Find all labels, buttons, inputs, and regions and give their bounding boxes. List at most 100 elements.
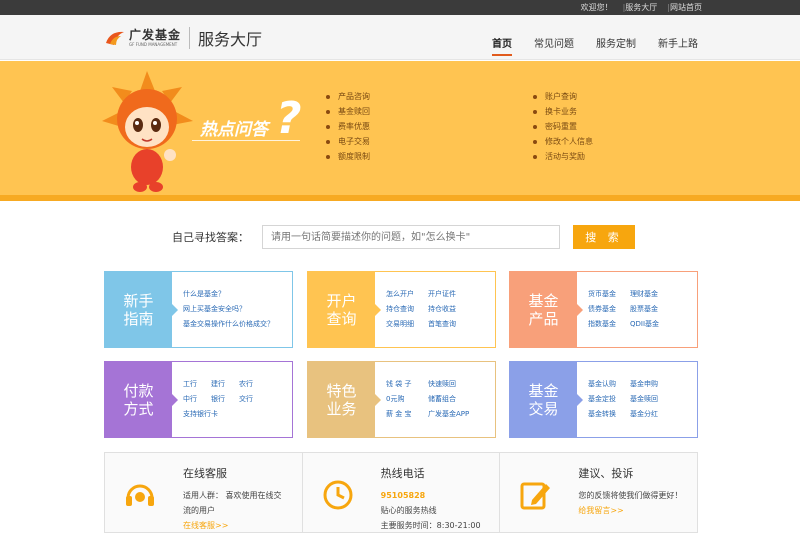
- card-link[interactable]: 快速赎回: [428, 377, 462, 392]
- header: 广发基金 GF FUND MANAGEMENT 服务大厅 首页 常见问题 服务定…: [0, 15, 800, 60]
- card-link[interactable]: 什么是基金？: [183, 287, 225, 302]
- card-link[interactable]: 基金赎回: [630, 392, 664, 407]
- card-title-line: 方式: [123, 399, 154, 418]
- service-desc: 您的反馈将使我们做得更好！ 给我留言>>: [578, 488, 682, 518]
- hotline-service: 热线电话 95105828 贴心的服务热线 主要服务时间：8:30-21:00: [303, 453, 501, 532]
- card-title-line: 付款: [123, 381, 154, 400]
- service-panel: 在线客服 适用人群： 喜欢使用在线交 流的用户 在线客服>> 热线电话 9510…: [104, 452, 698, 533]
- search-bar: 自己寻找答案： 搜 索: [172, 225, 635, 249]
- card-link[interactable]: 首笔查询: [428, 317, 462, 332]
- card-link[interactable]: 中行: [183, 392, 203, 407]
- faq-item[interactable]: 电子交易: [326, 134, 370, 149]
- service-line: 流的用户: [183, 506, 215, 515]
- card-link[interactable]: 薪 金 宝: [386, 407, 420, 422]
- faq-item[interactable]: 修改个人信息: [533, 134, 593, 149]
- title-underline: [192, 140, 300, 141]
- card-tile[interactable]: 付款 方式: [105, 362, 178, 437]
- card-tile[interactable]: 开户 查询: [308, 272, 381, 347]
- card-link[interactable]: 开户证件: [428, 287, 462, 302]
- online-service-link[interactable]: 在线客服>>: [183, 518, 282, 533]
- card-tile[interactable]: 新手 指南: [105, 272, 178, 347]
- card-links: 工行 建行 农行 中行 银行 交行 支持银行卡: [183, 362, 267, 437]
- faq-item[interactable]: 额度限制: [326, 149, 370, 164]
- card-link[interactable]: 银行: [211, 392, 231, 407]
- service-title: 热线电话: [380, 467, 425, 480]
- service-line: 适用人群： 喜欢使用在线交: [183, 491, 282, 500]
- phone-clock-icon: [323, 480, 353, 510]
- site-home-link[interactable]: 网站首页: [670, 2, 702, 13]
- service-line: 主要服务时间：8:30-21:00: [380, 521, 481, 530]
- card-link[interactable]: 基金认购: [588, 377, 622, 392]
- card-payment-methods: 付款 方式 工行 建行 农行 中行 银行 交行 支持银行卡: [104, 361, 293, 438]
- welcome-text: 欢迎您！: [580, 3, 613, 12]
- card-link[interactable]: 建行: [211, 377, 231, 392]
- faq-list-right: 账户查询 换卡业务 密码重置 修改个人信息 活动与奖励: [533, 89, 593, 164]
- card-account-query: 开户 查询 怎么开户 开户证件 持仓查询 持仓收益 交易明细 首笔查询: [307, 271, 496, 348]
- leave-message-link[interactable]: 给我留言>>: [578, 503, 682, 518]
- card-tile[interactable]: 基金 交易: [510, 362, 583, 437]
- faq-item[interactable]: 产品咨询: [326, 89, 370, 104]
- search-button[interactable]: 搜 索: [573, 225, 635, 249]
- search-input[interactable]: [262, 225, 560, 249]
- card-link[interactable]: 持仓查询: [386, 302, 420, 317]
- card-title-line: 查询: [326, 309, 357, 328]
- card-links: 货币基金 理财基金 债券基金 股票基金 指数基金 QDII基金: [588, 272, 672, 347]
- card-link[interactable]: 广发基金APP: [428, 407, 469, 422]
- card-link[interactable]: 交行: [239, 392, 259, 407]
- hotline-number[interactable]: 95105828: [381, 488, 481, 503]
- card-link[interactable]: 持仓收益: [428, 302, 462, 317]
- card-link[interactable]: 基金交易操作什么价格成交？: [183, 317, 274, 332]
- faq-item[interactable]: 基金赎回: [326, 104, 370, 119]
- faq-item[interactable]: 账户查询: [533, 89, 593, 104]
- card-title-line: 指南: [123, 309, 154, 328]
- nav-home[interactable]: 首页: [492, 35, 512, 56]
- card-link[interactable]: 基金分红: [630, 407, 664, 422]
- nav-beginner[interactable]: 新手上路: [658, 35, 698, 56]
- card-link[interactable]: 基金定投: [588, 392, 622, 407]
- card-title-line: 交易: [528, 399, 559, 418]
- edit-note-icon: [520, 482, 551, 510]
- card-links: 基金认购 基金申购 基金定投 基金赎回 基金转换 基金分红: [588, 362, 672, 437]
- card-link[interactable]: 货币基金: [588, 287, 622, 302]
- service-title: 在线客服: [183, 467, 227, 480]
- hot-faq-banner: ? 热点问答 产品咨询 基金赎回 费率优惠 电子交易 额度限制 账户查询 换卡业…: [0, 61, 800, 201]
- card-link[interactable]: 交易明细: [386, 317, 420, 332]
- logo-name: 广发基金: [129, 27, 182, 42]
- card-special-business: 特色 业务 钱 袋 子快速赎回 0元购 储蓄组合 薪 金 宝广发基金APP: [307, 361, 496, 438]
- service-desc: 适用人群： 喜欢使用在线交 流的用户 在线客服>>: [183, 488, 282, 533]
- nav-faq[interactable]: 常见问题: [534, 35, 574, 56]
- nav-service-custom[interactable]: 服务定制: [596, 35, 636, 56]
- card-link[interactable]: 工行: [183, 377, 203, 392]
- card-tile[interactable]: 基金 产品: [510, 272, 583, 347]
- faq-item[interactable]: 活动与奖励: [533, 149, 593, 164]
- card-link[interactable]: 基金申购: [630, 377, 664, 392]
- faq-item[interactable]: 换卡业务: [533, 104, 593, 119]
- card-link[interactable]: 指数基金: [588, 317, 622, 332]
- top-bar: 欢迎您！ | 服务大厅 | 网站首页: [0, 0, 800, 15]
- faq-item[interactable]: 费率优惠: [326, 119, 370, 134]
- card-link[interactable]: 债券基金: [588, 302, 622, 317]
- card-link[interactable]: 基金转换: [588, 407, 622, 422]
- card-link[interactable]: 理财基金: [630, 287, 664, 302]
- card-title-line: 基金: [528, 291, 559, 310]
- faq-item[interactable]: 密码重置: [533, 119, 593, 134]
- card-link[interactable]: 农行: [239, 377, 259, 392]
- logo[interactable]: 广发基金 GF FUND MANAGEMENT 服务大厅: [104, 26, 262, 50]
- service-hall-link[interactable]: 服务大厅: [625, 2, 657, 13]
- card-title-line: 特色: [326, 381, 357, 400]
- card-link[interactable]: 网上买基金安全吗？: [183, 302, 246, 317]
- card-link[interactable]: 储蓄组合: [428, 392, 462, 407]
- service-title: 建议、投诉: [578, 467, 634, 480]
- card-link[interactable]: 钱 袋 子: [386, 377, 420, 392]
- card-tile[interactable]: 特色 业务: [308, 362, 381, 437]
- search-label: 自己寻找答案：: [172, 231, 249, 244]
- card-links: 怎么开户 开户证件 持仓查询 持仓收益 交易明细 首笔查询: [386, 272, 470, 347]
- card-title-line: 开户: [326, 291, 357, 310]
- card-link[interactable]: 股票基金: [630, 302, 664, 317]
- card-link[interactable]: 怎么开户: [386, 287, 420, 302]
- card-link[interactable]: 支持银行卡: [183, 407, 218, 422]
- card-title-line: 业务: [326, 399, 357, 418]
- logo-flame-icon: [104, 29, 126, 47]
- card-link[interactable]: QDII基金: [630, 317, 664, 332]
- card-link[interactable]: 0元购: [386, 392, 420, 407]
